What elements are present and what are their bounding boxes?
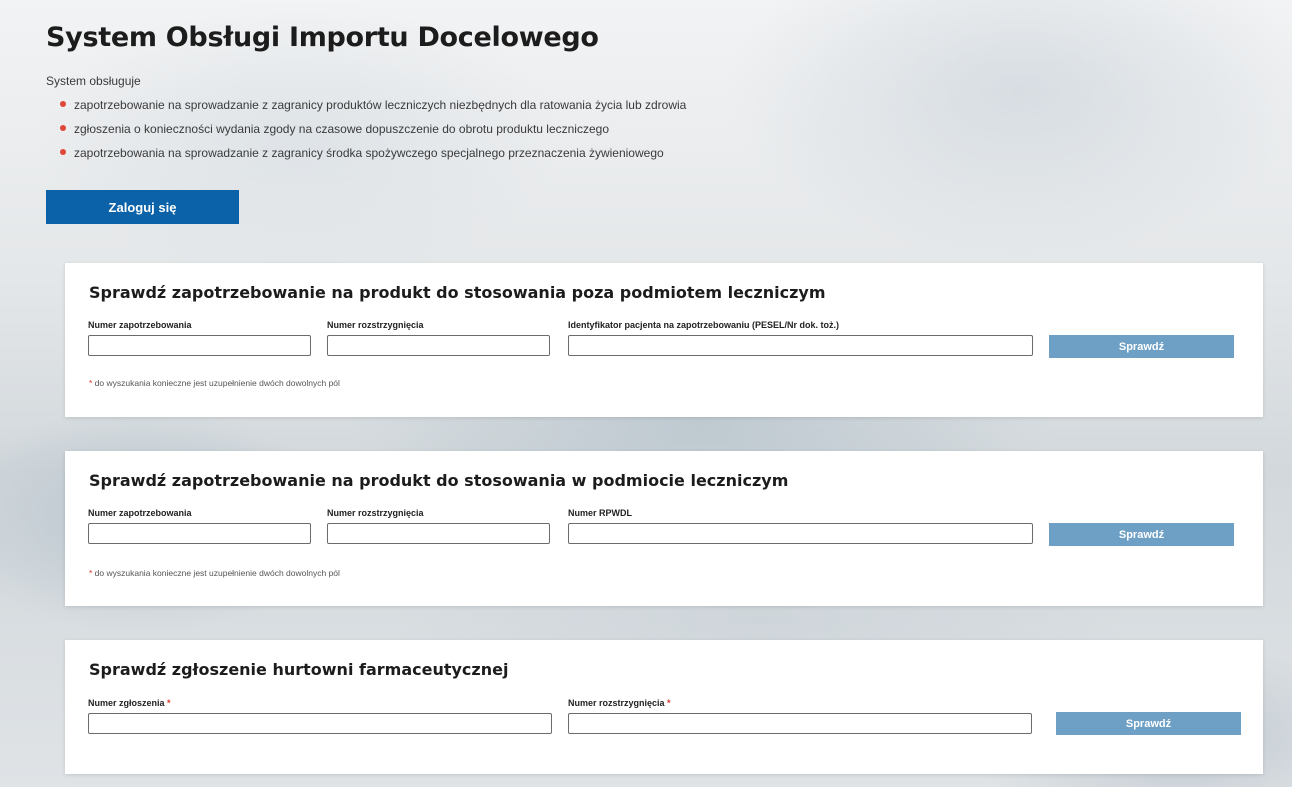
decision-number-field: Numer rozstrzygnięcia	[327, 507, 550, 544]
decision-number-input[interactable]	[327, 335, 550, 356]
request-number-field: Numer zapotrzebowania	[88, 507, 311, 544]
check-card-wholesaler: Sprawdź zgłoszenie hurtowni farmaceutycz…	[65, 640, 1263, 774]
feature-list: zapotrzebowanie na sprowadzanie z zagran…	[60, 97, 686, 169]
search-hint: * do wyszukania konieczne jest uzupełnie…	[89, 568, 340, 578]
check-card-outside-facility: Sprawdź zapotrzebowanie na produkt do st…	[65, 263, 1263, 417]
bullet-icon	[60, 101, 66, 107]
card-title: Sprawdź zapotrzebowanie na produkt do st…	[89, 283, 826, 302]
request-number-input[interactable]	[88, 523, 311, 544]
rpwdl-number-field: Numer RPWDL	[568, 507, 1033, 544]
check-button[interactable]: Sprawdź	[1056, 712, 1241, 735]
feature-item: zapotrzebowania na sprowadzanie z zagran…	[60, 145, 686, 169]
feature-item: zapotrzebowanie na sprowadzanie z zagran…	[60, 97, 686, 121]
field-label: Numer zapotrzebowania	[88, 320, 192, 330]
bullet-icon	[60, 149, 66, 155]
field-label: Numer rozstrzygnięcia	[327, 508, 424, 518]
decision-number-input[interactable]	[327, 523, 550, 544]
request-number-field: Numer zapotrzebowania	[88, 319, 311, 356]
feature-text: zapotrzebowanie na sprowadzanie z zagran…	[74, 98, 687, 112]
field-label: Numer rozstrzygnięcia *	[568, 697, 1032, 709]
notification-number-input[interactable]	[88, 713, 552, 734]
field-label: Numer rozstrzygnięcia	[327, 320, 424, 330]
field-label: Numer zgłoszenia *	[88, 697, 552, 709]
feature-text: zgłoszenia o konieczności wydania zgody …	[74, 122, 609, 136]
field-label: Numer RPWDL	[568, 508, 633, 518]
hint-text: do wyszukania konieczne jest uzupełnieni…	[92, 568, 340, 578]
decision-number-input[interactable]	[568, 713, 1032, 734]
bullet-icon	[60, 125, 66, 131]
notification-number-field: Numer zgłoszenia *	[88, 697, 552, 734]
check-button[interactable]: Sprawdź	[1049, 523, 1234, 546]
login-button[interactable]: Zaloguj się	[46, 190, 239, 224]
feature-item: zgłoszenia o konieczności wydania zgody …	[60, 121, 686, 145]
field-label: Numer zapotrzebowania	[88, 508, 192, 518]
intro-text: System obsługuje	[46, 74, 141, 88]
card-title: Sprawdź zapotrzebowanie na produkt do st…	[89, 471, 789, 490]
patient-id-input[interactable]	[568, 335, 1033, 356]
search-hint: * do wyszukania konieczne jest uzupełnie…	[89, 378, 340, 388]
page-title: System Obsługi Importu Docelowego	[46, 22, 599, 53]
request-number-input[interactable]	[88, 335, 311, 356]
required-mark: *	[167, 698, 171, 708]
feature-text: zapotrzebowania na sprowadzanie z zagran…	[74, 146, 664, 160]
field-label-text: Numer zgłoszenia	[88, 698, 165, 708]
field-label-text: Numer rozstrzygnięcia	[568, 698, 665, 708]
page-header: System Obsługi Importu Docelowego	[46, 22, 599, 53]
field-label: Identyfikator pacjenta na zapotrzebowani…	[568, 320, 840, 330]
required-mark: *	[667, 698, 671, 708]
hint-text: do wyszukania konieczne jest uzupełnieni…	[92, 378, 340, 388]
rpwdl-number-input[interactable]	[568, 523, 1033, 544]
decision-number-field: Numer rozstrzygnięcia	[327, 319, 550, 356]
decision-number-field: Numer rozstrzygnięcia *	[568, 697, 1032, 734]
check-card-in-facility: Sprawdź zapotrzebowanie na produkt do st…	[65, 451, 1263, 606]
card-title: Sprawdź zgłoszenie hurtowni farmaceutycz…	[89, 660, 509, 679]
patient-id-field: Identyfikator pacjenta na zapotrzebowani…	[568, 319, 1033, 356]
check-button[interactable]: Sprawdź	[1049, 335, 1234, 358]
